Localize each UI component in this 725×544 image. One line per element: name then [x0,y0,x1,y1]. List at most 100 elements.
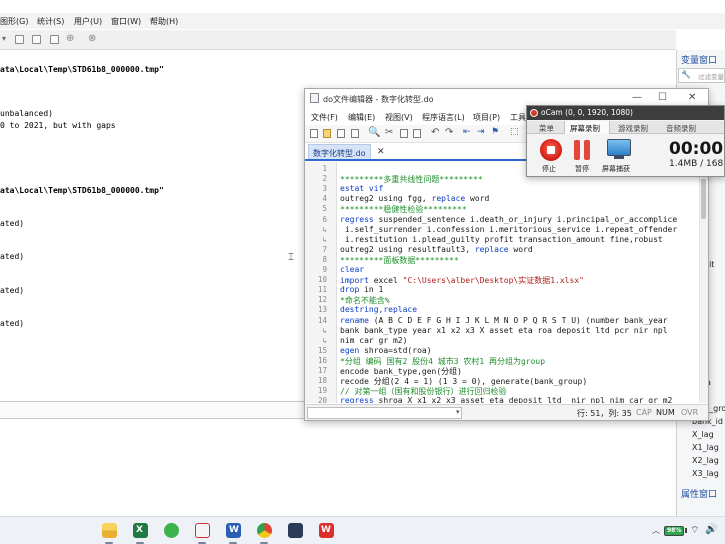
editor-title: do文件编辑器 - 数字化转型.do [323,95,434,104]
recording-size: 1.4MB / 168 [669,159,724,169]
redo-icon[interactable]: ↷ [445,127,453,138]
code-token: egen [340,345,360,355]
pause-icon-bar [584,140,590,160]
ocam-title: oCam (0, 0, 1920, 1080) [541,108,633,117]
result-line: ated) [0,252,25,261]
undo-icon[interactable]: ↶ [431,127,439,138]
code-area[interactable]: 1 2 3 4 5 6 ↳ ↳ 7 8 9 10 11 12 13 14 ↳ ↳ 15 16 17 18 19 20 ****… [305,162,699,403]
open-folder-icon[interactable] [323,129,331,138]
close-icon[interactable]: ✕ [688,92,696,103]
log-icon[interactable] [15,35,24,44]
code-token: i.self_surrender i.confession i.meritori… [340,224,678,234]
print-icon[interactable] [351,129,359,138]
line-number: 2 [322,174,327,184]
result-line: ata\Local\Temp\STD61b8_000000.tmp" [0,65,164,74]
screen-capture-label: 屏幕捕获 [602,165,630,173]
ocam-tab-screen-record[interactable]: 屏幕录制 [564,121,610,134]
wrench-icon[interactable]: 🔧 [681,70,691,79]
result-line: unbalanced) [0,109,53,118]
line-number: ↳ [322,325,327,335]
menu-graphics[interactable]: 图形(G) [0,16,28,27]
code-token: "C:\Users\alber\Desktop\实证数据1.xlsx" [402,276,584,286]
editor-menu-file[interactable]: 文件(F) [311,112,338,123]
new-file-icon[interactable] [310,129,318,138]
ocam-tab-game-record[interactable]: 游戏录制 [612,121,658,134]
tab-close-icon[interactable]: ✕ [377,147,385,157]
speaker-icon[interactable]: 🔊 [705,524,717,535]
line-number: 11 [317,285,327,295]
code-line: bank bank_type year x1 x2 x3 X asset eta… [340,326,668,335]
break-icon[interactable]: ⊗ [88,33,96,44]
pause-icon[interactable] [574,140,580,160]
copy-icon[interactable] [400,129,408,138]
variable-item[interactable]: X3_lag [692,469,719,478]
line-number: 1 [322,164,327,173]
code-token: *********多重共线性问题********* [340,175,483,185]
screen-capture-icon[interactable] [607,139,631,156]
line-number: 19 [317,386,327,396]
code-token: (A B C D E F G H I J K L M N O P Q R S T… [368,315,668,325]
code-line: destring,replace [340,305,417,314]
statusbar-dropdown[interactable] [307,407,462,419]
editor-menu-project[interactable]: 项目(P) [473,112,500,123]
ocam-titlebar[interactable]: oCam (0, 0, 1920, 1080) [527,106,724,120]
code-line: nim car gr m2) [340,336,407,345]
editor-menu-tools[interactable]: 工具 [510,112,526,123]
cut-icon[interactable]: ✂ [385,127,393,138]
dropdown-arrow-icon[interactable]: ▾ [2,34,6,43]
code-token: suspended_sentence i.death_or_injury i.p… [373,214,678,224]
variable-item[interactable]: X2_lag [692,456,719,465]
code-line: estat vif [340,184,383,193]
scrollbar-thumb[interactable] [701,179,706,219]
code-token: shroa X x1 x2 x3 asset eta deposit ltd n… [373,396,673,403]
save-icon[interactable] [337,129,345,138]
code-token: recode 分组(2 4 = 1) (1 3 = 0), generate(b… [340,377,588,387]
result-line: ata\Local\Temp\STD61b8_000000.tmp" [0,186,164,195]
code-token: bank bank_type year x1 x2 x3 X asset eta… [340,325,668,335]
minimize-icon[interactable]: — [632,92,642,103]
line-number: 9 [322,265,327,274]
wifi-icon[interactable]: ⌔ [690,524,699,537]
battery-tip [685,528,687,533]
line-number: 7 [322,244,327,254]
line-number: 6 [322,214,327,224]
variable-item[interactable]: X1_lag [692,443,719,452]
word-glyph: W [229,525,239,535]
code-line: i.restitution i.plead_guilty profit tran… [340,235,663,244]
bookmark-icon[interactable]: ⚑ [491,127,499,137]
find-icon[interactable]: 🔍 [368,127,380,138]
file-explorer-icon[interactable] [102,523,117,538]
menu-user[interactable]: 用户(U) [74,16,102,27]
execute-icon[interactable]: ⬚ [510,127,519,137]
wechat-icon[interactable] [164,523,179,538]
editor-menu-edit[interactable]: 编辑(E) [348,112,375,123]
monitor-stand-icon [614,156,624,159]
variable-item[interactable]: X_lag [692,430,714,439]
outdent-icon[interactable]: ⇥ [477,127,485,137]
tray-chevron-icon[interactable]: ︿ [652,525,660,536]
paste-icon[interactable] [413,129,421,138]
ocam-tab-audio-record[interactable]: 音频录制 [660,121,706,134]
menu-help[interactable]: 帮助(H) [150,16,178,27]
code-line: regress shroa X x1 x2 x3 asset eta depos… [340,396,672,403]
menu-window[interactable]: 窗口(W) [111,16,141,27]
num-indicator: NUM [656,408,675,417]
ocam-tab-menu[interactable]: 菜单 [529,121,563,134]
viewer-icon[interactable] [32,35,41,44]
editor-menu-language[interactable]: 程序语言(L) [422,112,465,123]
dropdown-arrow-icon[interactable]: ▾ [456,408,460,416]
line-number: 17 [317,366,327,375]
maximize-icon[interactable]: ☐ [658,92,667,103]
tab-do-file[interactable]: 数字化转型.do [308,144,371,159]
editor-menu-view[interactable]: 视图(V) [385,112,413,123]
menu-statistics[interactable]: 统计(S) [37,16,64,27]
indent-icon[interactable]: ⇤ [463,127,471,137]
chrome-icon[interactable] [257,523,272,538]
calculator-icon[interactable] [288,523,303,538]
code-line: outreg2 using fgg, replace word [340,194,489,203]
excel-glyph: X [136,525,143,535]
stata-icon[interactable] [195,523,210,538]
data-editor-icon[interactable] [50,35,59,44]
continue-icon[interactable]: ⊕ [66,33,74,44]
line-number: 15 [317,345,327,355]
